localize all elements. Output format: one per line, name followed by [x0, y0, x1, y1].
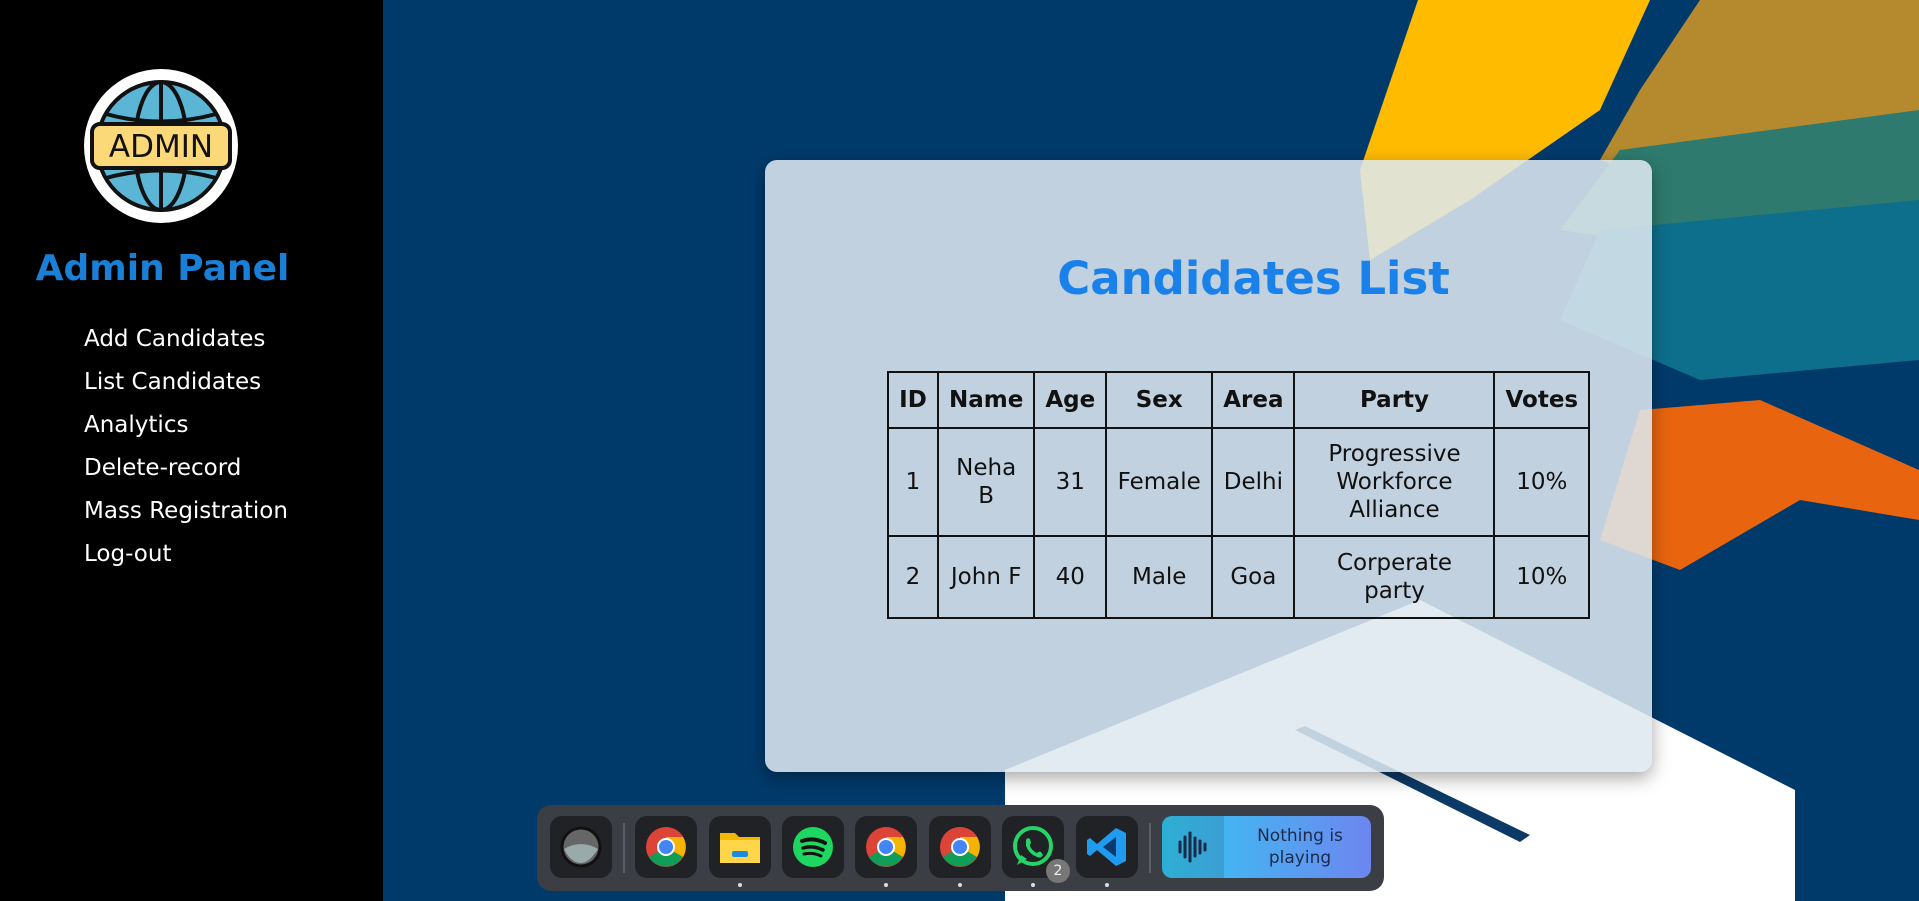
cell-age: 31: [1033, 427, 1108, 537]
cell-sex: Female: [1105, 427, 1214, 537]
nav-delete-record[interactable]: Delete-record: [84, 451, 288, 494]
cell-area: Goa: [1211, 535, 1296, 619]
running-indicator: [884, 883, 888, 887]
cell-party: Progressive Workforce Alliance: [1293, 427, 1496, 537]
cell-area: Delhi: [1211, 427, 1296, 537]
nav-analytics[interactable]: Analytics: [84, 408, 288, 451]
media-widget[interactable]: Nothing is playing: [1162, 816, 1371, 878]
cell-votes: 10%: [1493, 535, 1591, 619]
media-status-text: Nothing is playing: [1257, 826, 1343, 868]
admin-logo: ADMIN: [84, 69, 238, 223]
header-sex: Sex: [1105, 371, 1214, 429]
candidates-table: ID Name Age Sex Area Party Votes 1 Neha …: [887, 371, 1591, 619]
header-area: Area: [1211, 371, 1296, 429]
cell-id: 1: [887, 427, 939, 537]
cell-party: Corperate party: [1293, 535, 1496, 619]
chrome-icon[interactable]: [635, 816, 697, 878]
cell-id: 2: [887, 535, 939, 619]
header-name: Name: [936, 371, 1036, 429]
table-row: 1 Neha B 31 Female Delhi Progressive Wor…: [887, 427, 1591, 537]
vscode-icon[interactable]: [1076, 816, 1138, 887]
whatsapp-icon[interactable]: 2: [1002, 816, 1070, 887]
chrome-icon[interactable]: [855, 816, 917, 887]
running-indicator: [1105, 883, 1109, 887]
taskbar-separator: [623, 823, 625, 873]
cell-name: Neha B: [936, 427, 1036, 537]
chrome-icon[interactable]: [929, 816, 991, 887]
running-indicator: [1031, 883, 1035, 887]
table-row: 2 John F 40 Male Goa Corperate party 10%: [887, 535, 1591, 619]
cell-name: John F: [936, 535, 1036, 619]
header-party: Party: [1293, 371, 1496, 429]
candidates-card: Candidates List ID Name Age Sex Area Par…: [765, 160, 1652, 772]
audio-wave-icon: [1162, 816, 1224, 878]
taskbar-separator: [1149, 823, 1151, 873]
system-orb-icon[interactable]: [550, 816, 612, 878]
running-indicator: [738, 883, 742, 887]
folder-icon[interactable]: [709, 816, 771, 887]
sidebar-nav: Add Candidates List Candidates Analytics…: [84, 322, 288, 580]
svg-text:ADMIN: ADMIN: [109, 129, 213, 165]
cell-age: 40: [1033, 535, 1108, 619]
header-votes: Votes: [1493, 371, 1591, 429]
nav-add-candidates[interactable]: Add Candidates: [84, 322, 288, 365]
nav-log-out[interactable]: Log-out: [84, 537, 288, 580]
page-title: Candidates List: [1057, 252, 1450, 305]
header-age: Age: [1033, 371, 1108, 429]
nav-list-candidates[interactable]: List Candidates: [84, 365, 288, 408]
running-indicator: [958, 883, 962, 887]
cell-sex: Male: [1105, 535, 1214, 619]
taskbar: 2 Nothing is playing: [537, 805, 1384, 891]
spotify-icon[interactable]: [782, 816, 844, 878]
sidebar-title: Admin Panel: [35, 248, 290, 289]
header-id: ID: [887, 371, 939, 429]
cell-votes: 10%: [1493, 427, 1591, 537]
table-header-row: ID Name Age Sex Area Party Votes: [887, 371, 1591, 429]
nav-mass-registration[interactable]: Mass Registration: [84, 494, 288, 537]
sidebar: ADMIN Admin Panel Add Candidates List Ca…: [0, 0, 383, 901]
notification-badge: 2: [1046, 859, 1070, 883]
